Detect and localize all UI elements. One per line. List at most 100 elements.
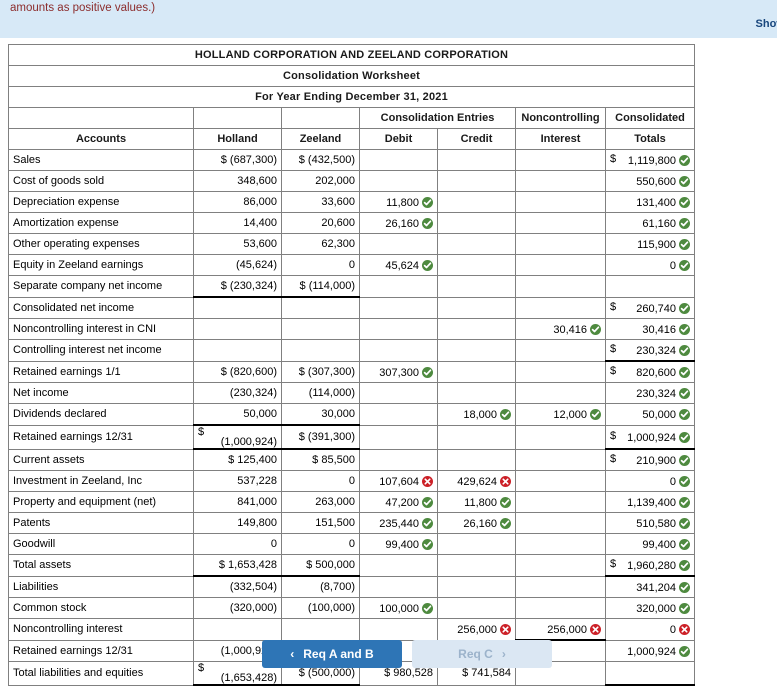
interest-cell[interactable] <box>515 233 606 255</box>
zeeland-cell[interactable]: $ (307,300) <box>281 360 360 383</box>
zeeland-cell[interactable]: (8,700) <box>281 575 360 598</box>
debit-cell[interactable]: 107,604 <box>359 470 438 492</box>
interest-cell[interactable] <box>515 470 606 492</box>
zeeland-cell[interactable]: 0 <box>281 470 360 492</box>
zeeland-cell[interactable]: (114,000) <box>281 382 360 404</box>
holland-cell[interactable]: $ (230,324) <box>193 275 282 298</box>
credit-cell[interactable] <box>437 382 516 404</box>
totals-cell[interactable]: $230,324 <box>604 339 696 362</box>
debit-cell[interactable]: 100,000 <box>359 597 438 619</box>
interest-cell[interactable] <box>515 575 606 598</box>
holland-cell[interactable]: $ (687,300) <box>193 149 282 171</box>
interest-cell[interactable] <box>515 597 606 619</box>
debit-cell[interactable]: 26,160 <box>359 212 438 234</box>
req-a-and-b-button[interactable]: ‹ Req A and B <box>262 640 402 668</box>
interest-cell[interactable] <box>515 254 606 276</box>
interest-cell[interactable] <box>515 554 606 577</box>
credit-cell[interactable] <box>437 254 516 276</box>
zeeland-cell[interactable]: 0 <box>281 533 360 555</box>
totals-cell[interactable]: 131,400 <box>604 191 696 213</box>
holland-cell[interactable]: $ (820,600) <box>193 360 282 383</box>
holland-cell[interactable] <box>193 339 282 362</box>
holland-cell[interactable]: 14,400 <box>193 212 282 234</box>
credit-cell[interactable] <box>437 318 516 340</box>
zeeland-cell[interactable]: $ 85,500 <box>281 448 360 471</box>
holland-cell[interactable]: (45,624) <box>193 254 282 276</box>
totals-cell[interactable]: $1,960,280 <box>604 554 696 577</box>
credit-cell[interactable] <box>437 554 516 577</box>
debit-cell[interactable] <box>359 275 438 298</box>
interest-cell[interactable] <box>515 424 606 450</box>
credit-cell[interactable] <box>437 170 516 192</box>
interest-cell[interactable] <box>515 448 606 471</box>
interest-cell[interactable] <box>515 275 606 298</box>
credit-cell[interactable] <box>437 275 516 298</box>
totals-cell[interactable]: 230,324 <box>604 382 696 404</box>
credit-cell[interactable] <box>437 424 516 450</box>
holland-cell[interactable]: (230,324) <box>193 382 282 404</box>
interest-cell[interactable]: 256,000 <box>515 618 606 641</box>
totals-cell[interactable]: $1,119,800 <box>604 149 696 171</box>
debit-cell[interactable]: 307,300 <box>359 360 438 383</box>
holland-cell[interactable]: 50,000 <box>193 403 282 426</box>
credit-cell[interactable] <box>437 233 516 255</box>
totals-cell[interactable]: 61,160 <box>604 212 696 234</box>
interest-cell[interactable] <box>515 533 606 555</box>
debit-cell[interactable] <box>359 339 438 362</box>
interest-cell[interactable] <box>515 212 606 234</box>
interest-cell[interactable] <box>515 296 606 319</box>
show-less-link[interactable]: Show l <box>756 18 777 30</box>
debit-cell[interactable]: 47,200 <box>359 491 438 513</box>
zeeland-cell[interactable]: 33,600 <box>281 191 360 213</box>
totals-cell[interactable]: 320,000 <box>604 597 696 619</box>
zeeland-cell[interactable]: $ (391,300) <box>281 424 360 450</box>
holland-cell[interactable]: 348,600 <box>193 170 282 192</box>
holland-cell[interactable] <box>193 296 282 319</box>
zeeland-cell[interactable]: 263,000 <box>281 491 360 513</box>
interest-cell[interactable] <box>515 191 606 213</box>
zeeland-cell[interactable] <box>281 339 360 362</box>
zeeland-cell[interactable]: $ (114,000) <box>281 275 360 298</box>
holland-cell[interactable]: (332,504) <box>193 575 282 598</box>
interest-cell[interactable] <box>515 149 606 171</box>
zeeland-cell[interactable] <box>281 618 360 641</box>
zeeland-cell[interactable] <box>281 318 360 340</box>
holland-cell[interactable]: (320,000) <box>193 597 282 619</box>
credit-cell[interactable]: 256,000 <box>437 618 516 641</box>
zeeland-cell[interactable] <box>281 296 360 319</box>
holland-cell[interactable]: 0 <box>193 533 282 555</box>
holland-cell[interactable]: 841,000 <box>193 491 282 513</box>
totals-cell[interactable]: 510,580 <box>604 512 696 534</box>
debit-cell[interactable]: 99,400 <box>359 533 438 555</box>
holland-cell[interactable]: 537,228 <box>193 470 282 492</box>
holland-cell[interactable]: 53,600 <box>193 233 282 255</box>
credit-cell[interactable] <box>437 191 516 213</box>
interest-cell[interactable] <box>515 170 606 192</box>
req-c-button[interactable]: Req C › <box>412 640 552 668</box>
interest-cell[interactable] <box>515 382 606 404</box>
holland-cell[interactable] <box>193 618 282 641</box>
zeeland-cell[interactable]: (100,000) <box>281 597 360 619</box>
interest-cell[interactable]: 12,000 <box>515 403 606 426</box>
totals-cell[interactable]: $260,740 <box>604 296 696 319</box>
totals-cell[interactable]: 0 <box>604 254 696 276</box>
debit-cell[interactable] <box>359 618 438 641</box>
totals-cell[interactable]: 0 <box>604 618 696 641</box>
zeeland-cell[interactable]: $ 500,000 <box>281 554 360 577</box>
totals-cell[interactable]: 115,900 <box>604 233 696 255</box>
holland-cell[interactable]: $ 125,400 <box>193 448 282 471</box>
zeeland-cell[interactable]: 62,300 <box>281 233 360 255</box>
debit-cell[interactable] <box>359 403 438 426</box>
credit-cell[interactable]: 26,160 <box>437 512 516 534</box>
totals-cell[interactable]: $210,900 <box>604 448 696 471</box>
totals-cell[interactable]: 50,000 <box>604 403 696 426</box>
credit-cell[interactable] <box>437 597 516 619</box>
totals-cell[interactable]: 1,139,400 <box>604 491 696 513</box>
credit-cell[interactable] <box>437 296 516 319</box>
interest-cell[interactable] <box>515 360 606 383</box>
debit-cell[interactable] <box>359 233 438 255</box>
zeeland-cell[interactable]: $ (432,500) <box>281 149 360 171</box>
totals-cell[interactable]: 550,600 <box>604 170 696 192</box>
totals-cell[interactable]: 99,400 <box>604 533 696 555</box>
debit-cell[interactable] <box>359 296 438 319</box>
